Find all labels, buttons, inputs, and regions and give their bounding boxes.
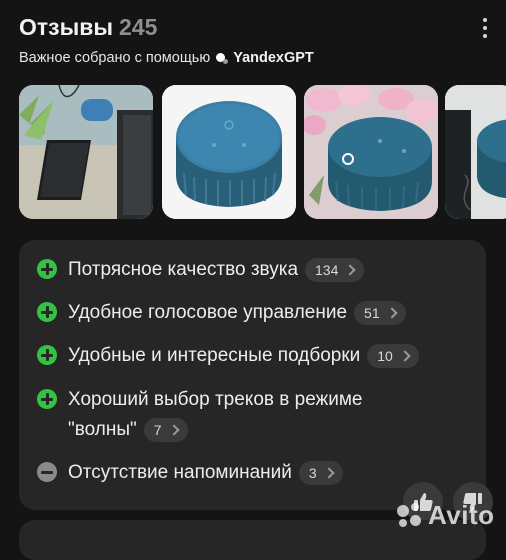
review-photo-speaker-with-flowers-icon (304, 85, 438, 219)
con-item[interactable]: Отсутствие напоминаний 3 (37, 461, 343, 485)
review-highlights-card: Потрясное качество звука 134 Удобное голо… (19, 240, 493, 522)
mentions-count-pill[interactable]: 51 (354, 301, 406, 325)
mentions-count: 134 (315, 262, 339, 278)
ai-summary-note: Важное собрано с помощью YandexGPT (19, 50, 314, 66)
review-photo-speaker-and-phone-icon (19, 85, 153, 219)
pro-item[interactable]: Удобные и интересные подборки 10 (37, 344, 419, 368)
pro-item-text-line1: Хороший выбор треков в режиме (68, 389, 363, 410)
mentions-count: 3 (308, 465, 317, 481)
pro-item-text: Удобное голосовое управление (68, 302, 348, 324)
reviews-header: Отзывы 245 (19, 14, 506, 48)
yandexgpt-name: YandexGPT (233, 50, 314, 66)
plus-circle-icon (37, 345, 57, 365)
mentions-count-pill[interactable]: 3 (298, 461, 343, 485)
pro-item-text: Потрясное качество звука (68, 259, 299, 281)
chevron-right-icon (385, 307, 398, 319)
mentions-count-pill[interactable]: 10 (367, 344, 419, 368)
review-photo-3[interactable] (304, 85, 438, 219)
reviews-count: 245 (119, 14, 158, 40)
plus-circle-icon (37, 259, 57, 279)
review-photos-carousel[interactable] (19, 85, 506, 219)
mentions-count: 7 (153, 421, 162, 438)
review-photo-speaker-partial-icon (445, 85, 506, 219)
avito-watermark-text: Avito (428, 500, 495, 530)
pro-item[interactable]: Потрясное качество звука 134 (37, 258, 365, 282)
more-options-icon[interactable] (478, 18, 492, 40)
mentions-count-pill[interactable]: 7 (143, 417, 188, 442)
plus-circle-icon (37, 389, 57, 409)
chevron-right-icon (344, 264, 357, 276)
yandexgpt-icon (215, 51, 229, 65)
reviews-title: Отзывы (19, 14, 114, 40)
con-item-text: Отсутствие напоминаний (68, 462, 292, 484)
chevron-right-icon (323, 467, 335, 479)
plus-circle-icon (37, 302, 57, 322)
pro-item[interactable]: Удобное голосовое управление 51 (37, 301, 406, 325)
review-photo-blue-speaker-icon (162, 85, 296, 219)
pro-item[interactable]: Хороший выбор треков в режиме "волны" 7 (37, 388, 363, 445)
pro-item-text: Удобные и интересные подборки (68, 345, 361, 367)
mentions-count-pill[interactable]: 134 (305, 258, 365, 282)
minus-circle-icon (37, 462, 57, 482)
pro-item-text-line2: "волны" (68, 419, 137, 440)
review-photo-2[interactable] (162, 85, 296, 219)
review-photo-1[interactable] (19, 85, 153, 219)
mentions-count: 10 (377, 348, 393, 364)
review-photo-4[interactable] (445, 85, 506, 219)
ai-summary-prefix: Важное собрано с помощью (19, 50, 211, 66)
avito-watermark: Avito (395, 500, 495, 531)
avito-logo-icon (395, 502, 423, 530)
chevron-right-icon (399, 350, 411, 362)
chevron-right-icon (167, 424, 180, 436)
mentions-count: 51 (364, 305, 380, 321)
